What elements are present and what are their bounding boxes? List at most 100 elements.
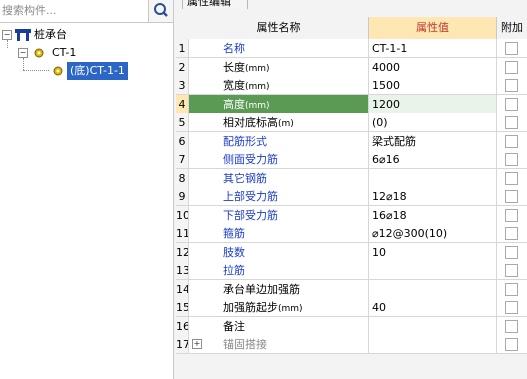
- table-row[interactable]: 6 配筋形式 梁式配筋: [176, 131, 527, 151]
- property-value[interactable]: 16⌀18: [369, 205, 497, 225]
- table-row[interactable]: 17 + 锚固搭接: [176, 335, 527, 354]
- header-value: 属性值: [369, 17, 497, 40]
- property-name-text: 拉筋: [223, 264, 245, 277]
- collapse-icon[interactable]: −: [2, 30, 12, 40]
- property-name: 承台单边加强筋: [189, 279, 369, 299]
- extra-cell: [497, 187, 527, 206]
- property-value[interactable]: 12⌀18: [369, 187, 497, 206]
- extra-checkbox[interactable]: [505, 42, 518, 55]
- table-row[interactable]: 10 下部受力筋 16⌀18: [176, 205, 527, 225]
- table-row[interactable]: 1 名称 CT-1-1: [176, 39, 527, 58]
- table-row[interactable]: 12 肢数 10: [176, 242, 527, 262]
- row-number: 6: [176, 131, 189, 151]
- property-name: 长度(mm): [189, 57, 369, 77]
- property-name-text: 高度: [223, 97, 245, 111]
- search-box[interactable]: 搜索构件...: [0, 0, 173, 23]
- property-name-text: 肢数: [223, 245, 245, 259]
- extra-cell: [497, 316, 527, 336]
- row-number: 17: [176, 335, 189, 354]
- table-row[interactable]: 16 备注: [176, 316, 527, 336]
- tree-connector: [7, 40, 8, 48]
- expand-icon[interactable]: +: [192, 339, 202, 349]
- table-row[interactable]: 5 相对底标高(m) (0): [176, 113, 527, 132]
- property-value[interactable]: 10: [369, 242, 497, 262]
- property-value[interactable]: ⌀12@300(10): [369, 224, 497, 243]
- property-value[interactable]: 4000: [369, 57, 497, 77]
- table-row[interactable]: 13 拉筋: [176, 261, 527, 280]
- table-row[interactable]: 14 承台单边加强筋: [176, 279, 527, 299]
- extra-checkbox[interactable]: [505, 208, 518, 222]
- gear-icon: [34, 48, 44, 58]
- table-row[interactable]: 8 其它钢筋: [176, 168, 527, 188]
- extra-checkbox[interactable]: [505, 97, 518, 111]
- search-input[interactable]: 搜索构件...: [2, 2, 57, 18]
- table-row[interactable]: 15 加强筋起步(mm) 40: [176, 298, 527, 317]
- extra-cell: [497, 131, 527, 151]
- extra-checkbox[interactable]: [505, 134, 518, 148]
- table-row[interactable]: 9 上部受力筋 12⌀18: [176, 187, 527, 206]
- property-value[interactable]: [369, 168, 497, 188]
- table-row[interactable]: 3 宽度(mm) 1500: [176, 76, 527, 95]
- property-editor-panel: 属性编辑 属性名称 属性值 附加 1 名称 CT-1-1 2 长度(mm) 4000 3 宽度…: [176, 0, 527, 379]
- property-name: 上部受力筋: [189, 187, 369, 206]
- property-value[interactable]: 梁式配筋: [369, 131, 497, 151]
- extra-checkbox[interactable]: [505, 79, 518, 92]
- property-name-text: 备注: [223, 319, 245, 333]
- row-number: 12: [176, 242, 189, 262]
- extra-checkbox[interactable]: [505, 338, 518, 351]
- property-value[interactable]: (0): [369, 113, 497, 132]
- extra-cell: [497, 168, 527, 188]
- extra-checkbox[interactable]: [505, 301, 518, 314]
- property-name-text: 锚固搭接: [223, 338, 267, 351]
- property-name-text: 其它钢筋: [223, 171, 267, 185]
- table-row[interactable]: 2 长度(mm) 4000: [176, 57, 527, 77]
- property-value[interactable]: [369, 335, 497, 354]
- row-number: 2: [176, 57, 189, 77]
- property-name-text: 承台单边加强筋: [223, 282, 300, 296]
- property-value[interactable]: 40: [369, 298, 497, 317]
- extra-cell: [497, 57, 527, 77]
- extra-checkbox[interactable]: [505, 190, 518, 203]
- search-button[interactable]: [148, 0, 173, 22]
- property-name: 箍筋: [189, 224, 369, 243]
- property-value[interactable]: 6⌀16: [369, 150, 497, 169]
- extra-cell: [497, 335, 527, 354]
- extra-checkbox[interactable]: [505, 282, 518, 296]
- property-name: 下部受力筋: [189, 205, 369, 225]
- row-number: 7: [176, 150, 189, 169]
- extra-checkbox[interactable]: [505, 171, 518, 185]
- table-row[interactable]: 7 侧面受力筋 6⌀16: [176, 150, 527, 169]
- tree-item-label: 桩承台: [34, 28, 67, 41]
- header-name: 属性名称: [189, 17, 369, 40]
- property-name: 侧面受力筋: [189, 150, 369, 169]
- property-name: 肢数: [189, 242, 369, 262]
- property-name: 宽度(mm): [189, 76, 369, 95]
- extra-checkbox[interactable]: [505, 245, 518, 259]
- property-value[interactable]: [369, 316, 497, 336]
- extra-checkbox[interactable]: [505, 319, 518, 333]
- extra-cell: [497, 150, 527, 169]
- extra-checkbox[interactable]: [505, 60, 518, 74]
- extra-checkbox[interactable]: [505, 227, 518, 240]
- collapse-icon[interactable]: −: [18, 48, 28, 58]
- property-value[interactable]: 1200: [369, 94, 497, 114]
- tree-item-label: CT-1: [52, 46, 77, 59]
- table-row[interactable]: 11 箍筋 ⌀12@300(10): [176, 224, 527, 243]
- property-value[interactable]: CT-1-1: [369, 39, 497, 58]
- tab-property-editor[interactable]: 属性编辑: [182, 0, 248, 9]
- property-name-text: 名称: [223, 42, 245, 55]
- extra-cell: [497, 205, 527, 225]
- property-value[interactable]: 1500: [369, 76, 497, 95]
- extra-checkbox[interactable]: [505, 264, 518, 277]
- pile-cap-icon: [15, 29, 31, 41]
- property-name-text: 配筋形式: [223, 134, 267, 148]
- table-row[interactable]: 4 高度(mm) 1200: [176, 94, 527, 114]
- property-name-text: 宽度: [223, 79, 245, 92]
- property-name-text: 下部受力筋: [223, 208, 278, 222]
- extra-cell: [497, 113, 527, 132]
- extra-checkbox[interactable]: [505, 153, 518, 166]
- extra-checkbox[interactable]: [505, 116, 518, 129]
- property-value[interactable]: [369, 261, 497, 280]
- property-value[interactable]: [369, 279, 497, 299]
- header-num: [176, 17, 190, 40]
